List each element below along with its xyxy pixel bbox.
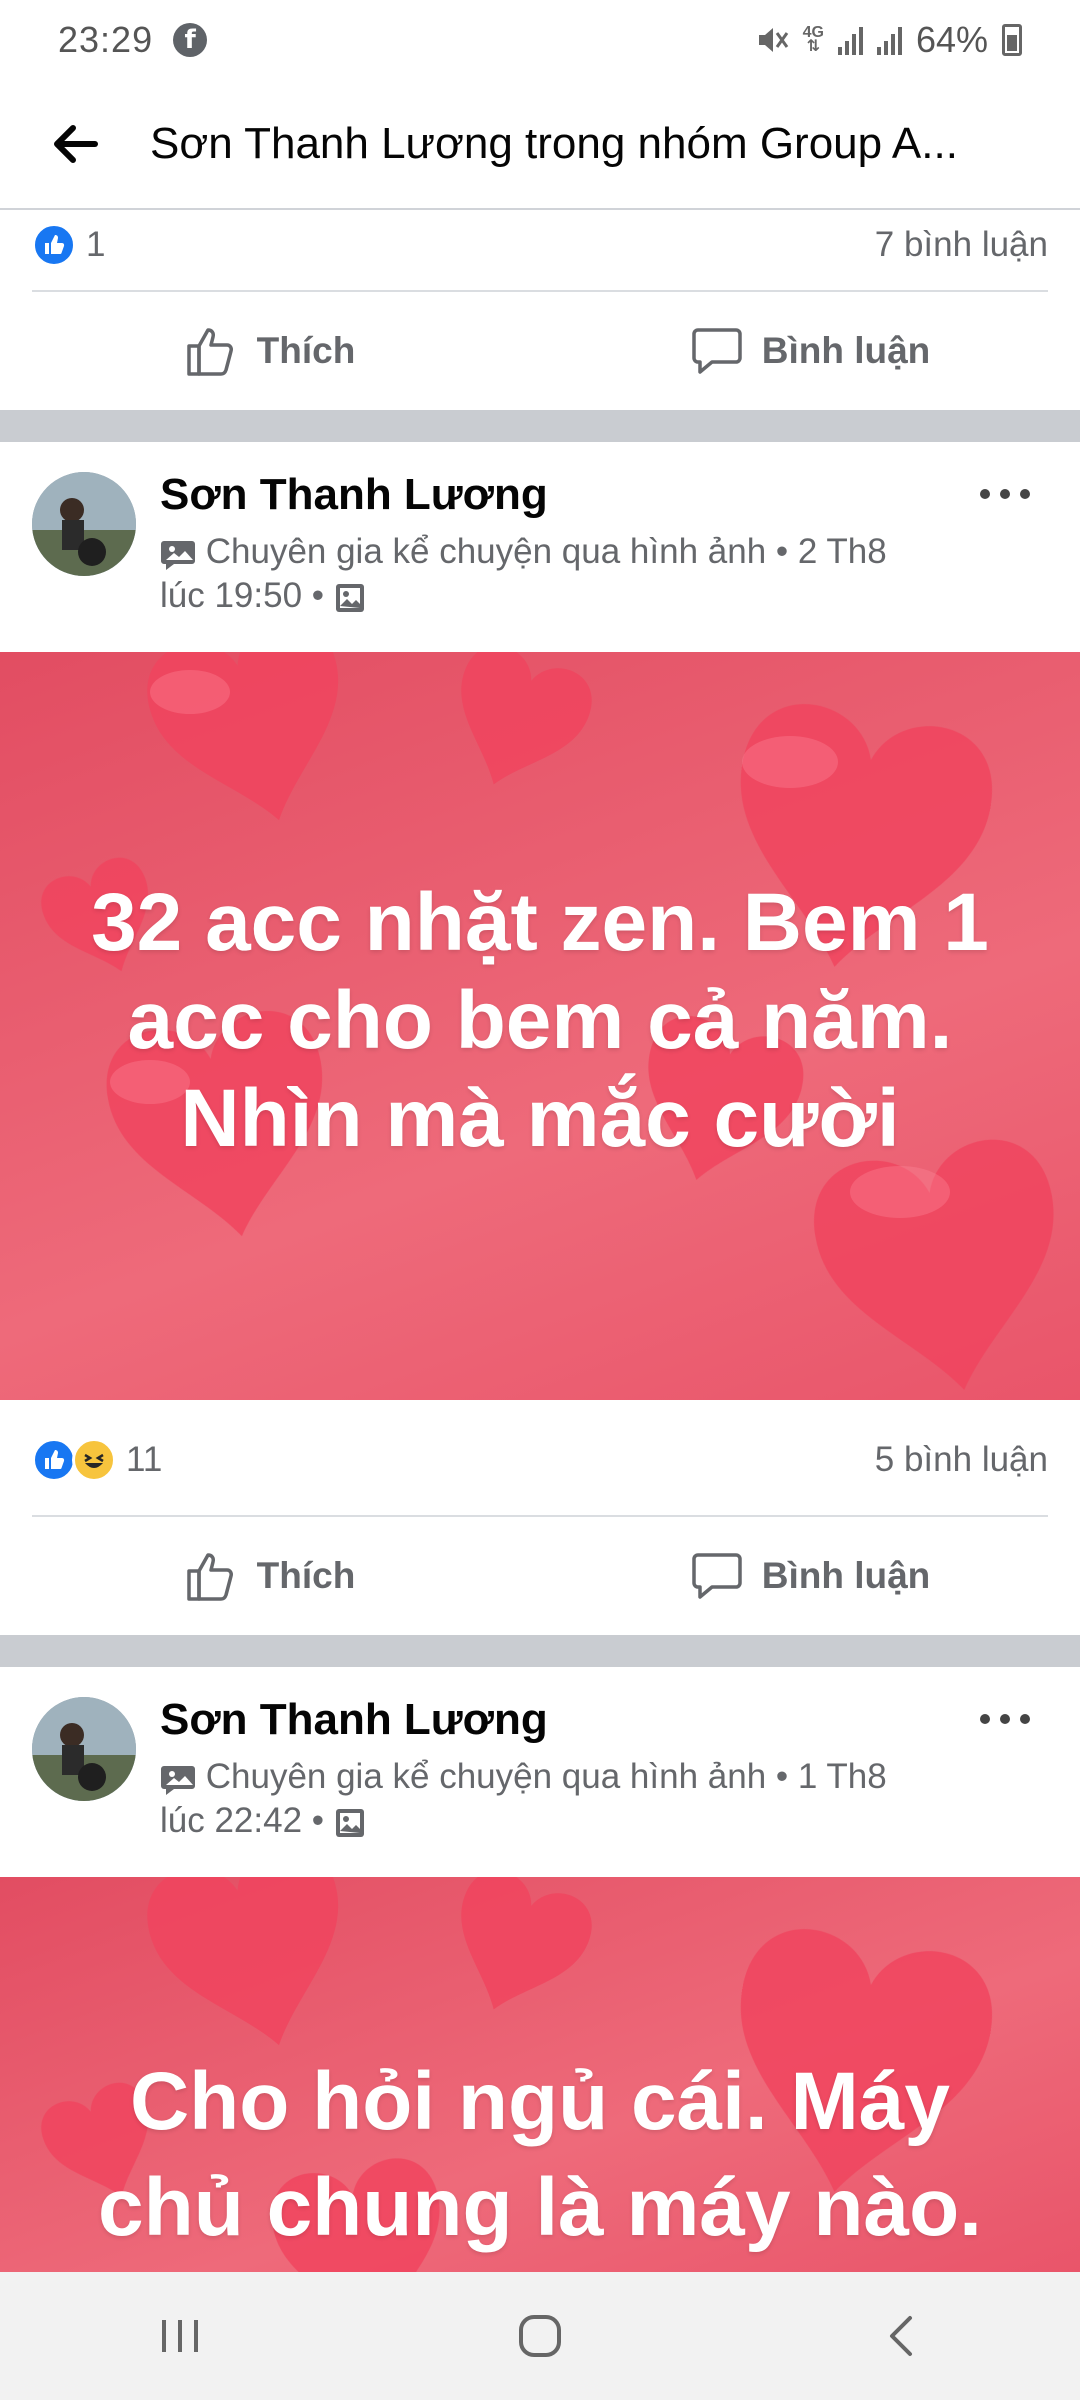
post-time[interactable]: lúc 22:42: [160, 1801, 302, 1840]
comment-label: Bình luận: [761, 330, 931, 371]
visual-storyteller-badge-icon: [161, 1765, 195, 1795]
post-meta: Chuyên gia kể chuyện qua hình ảnh • 2 Th…: [160, 532, 887, 615]
text-background-post[interactable]: Cho hỏi ngủ cái. Máy chủ chung là máy nà…: [0, 1877, 1080, 2272]
home-icon: [519, 2315, 561, 2357]
like-reaction-icon: [32, 1438, 76, 1482]
photo-album-icon: [335, 583, 364, 612]
thumbs-up-icon: [186, 328, 233, 376]
feed-separator: [0, 1635, 1080, 1667]
status-icons: 4G ⇅ 64%: [755, 19, 1022, 61]
top-header: Sơn Thanh Lương trong nhóm Group A...: [0, 80, 1080, 210]
system-navigation-bar: [0, 2272, 1080, 2400]
post-actions: Thích Bình luận: [0, 1517, 1080, 1635]
like-button[interactable]: Thích: [0, 1517, 540, 1635]
like-reaction-icon: [32, 223, 76, 267]
signal-icon-2: [876, 25, 902, 55]
reaction-summary[interactable]: 1 7 bình luận: [0, 210, 1080, 280]
post-meta: Chuyên gia kể chuyện qua hình ảnh • 1 Th…: [160, 1757, 887, 1840]
haha-reaction-icon: [72, 1438, 116, 1482]
reaction-group[interactable]: 11: [32, 1438, 162, 1482]
post-date[interactable]: 1 Th8: [798, 1757, 887, 1796]
chevron-left-icon: [890, 2316, 912, 2356]
badge-label: Chuyên gia kể chuyện qua hình ảnh: [205, 532, 767, 571]
post-text-line: acc cho bem cả năm.: [127, 975, 953, 1066]
author-name[interactable]: Sơn Thanh Lương: [160, 1695, 548, 1745]
author-name[interactable]: Sơn Thanh Lương: [160, 470, 548, 520]
comment-bubble-icon: [691, 328, 742, 374]
post-text-line: Nhìn mà mắc cười: [180, 1073, 900, 1164]
battery-percent: 64%: [915, 19, 988, 60]
signal-icon: [837, 25, 863, 55]
comment-label: Bình luận: [761, 1555, 931, 1596]
photo-album-icon: [335, 1808, 364, 1837]
post-header: Sơn Thanh Lương Chuyên gia kể chuyện qua…: [0, 442, 1080, 642]
comment-button[interactable]: Bình luận: [540, 292, 1080, 410]
text-background-post[interactable]: 32 acc nhặt zen. Bem 1 acc cho bem cả nă…: [0, 652, 1080, 1400]
post-text-line: chủ chung là máy nào.: [98, 2162, 982, 2253]
avatar[interactable]: [32, 1697, 136, 1801]
facebook-icon: f: [173, 23, 208, 57]
recent-apps-icon: [162, 2320, 198, 2352]
post-text-line: Cho hỏi ngủ cái. Máy: [129, 2056, 951, 2147]
visual-storyteller-badge-icon: [161, 540, 195, 570]
post-actions: Thích Bình luận: [0, 292, 1080, 410]
system-back-button[interactable]: [840, 2286, 960, 2386]
post-text: 32 acc nhặt zen. Bem 1 acc cho bem cả nă…: [40, 874, 1040, 1168]
like-button[interactable]: Thích: [0, 292, 540, 410]
post-date[interactable]: 2 Th8: [798, 532, 887, 571]
post-time[interactable]: lúc 19:50: [160, 576, 302, 615]
reaction-group[interactable]: 1: [32, 223, 105, 267]
badge-label: Chuyên gia kể chuyện qua hình ảnh: [205, 1757, 767, 1796]
post-text-line: 32 acc nhặt zen. Bem 1: [91, 877, 989, 968]
page-title: Sơn Thanh Lương trong nhóm Group A...: [150, 119, 958, 168]
status-bar: 23:29 f 4G ⇅ 64%: [0, 0, 1080, 80]
feed-separator: [0, 410, 1080, 442]
reaction-count: 11: [126, 1440, 163, 1479]
arrow-left-icon: [54, 125, 98, 163]
comment-count[interactable]: 5 bình luận: [875, 1440, 1048, 1480]
post-header: Sơn Thanh Lương Chuyên gia kể chuyện qua…: [0, 1667, 1080, 1867]
post-text: Cho hỏi ngủ cái. Máy chủ chung là máy nà…: [40, 2049, 1040, 2261]
more-options-button[interactable]: [970, 1699, 1040, 1739]
comment-count[interactable]: 7 bình luận: [875, 225, 1048, 265]
reaction-summary[interactable]: 11 5 bình luận: [0, 1420, 1080, 1500]
avatar[interactable]: [32, 472, 136, 576]
comment-bubble-icon: [691, 1553, 742, 1599]
back-button[interactable]: [0, 79, 150, 209]
like-label: Thích: [256, 330, 356, 371]
like-label: Thích: [256, 1555, 356, 1596]
comment-button[interactable]: Bình luận: [540, 1517, 1080, 1635]
mute-icon: [758, 28, 788, 52]
network-type-icon: 4G ⇅: [802, 24, 824, 55]
thumbs-up-icon: [186, 1553, 233, 1601]
battery-icon: [1002, 24, 1022, 56]
home-button[interactable]: [480, 2286, 600, 2386]
recent-apps-button[interactable]: [120, 2286, 240, 2386]
status-time: 23:29: [58, 19, 154, 60]
more-options-button[interactable]: [970, 474, 1040, 514]
reaction-count: 1: [86, 225, 106, 264]
